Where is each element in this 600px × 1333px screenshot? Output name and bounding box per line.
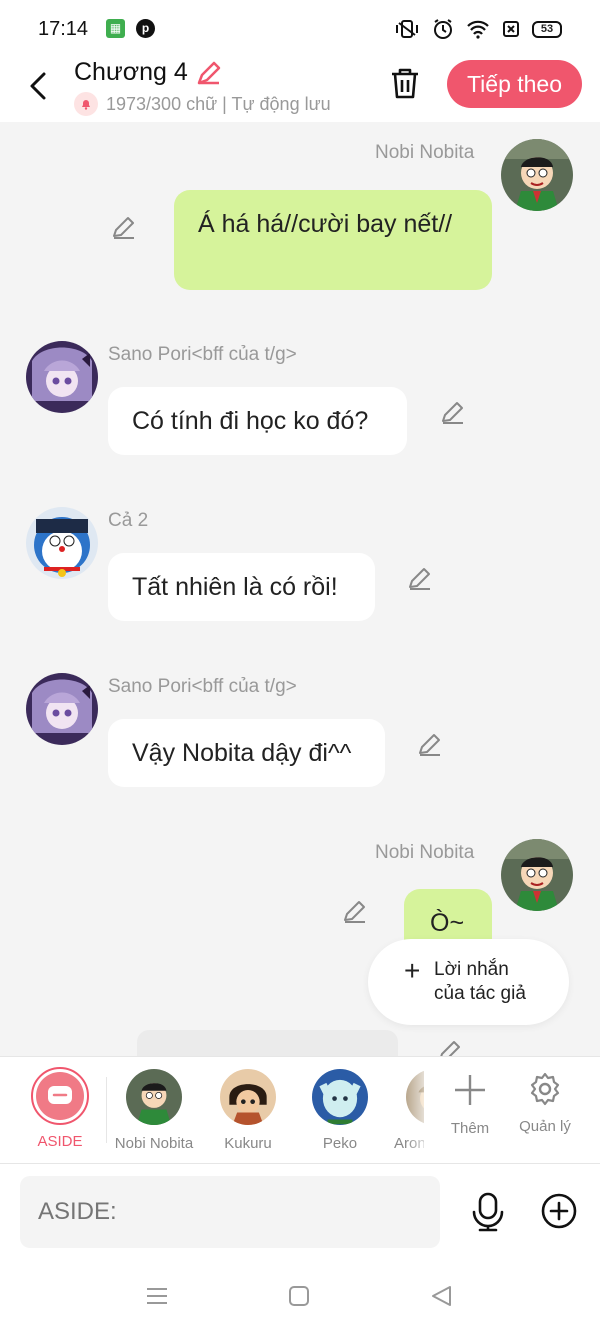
input-row	[0, 1164, 600, 1263]
divider	[106, 1077, 107, 1143]
header: Chương 4 1973/300 chữ | Tự động lưu Tiếp…	[0, 58, 600, 122]
avatar-sano-pori[interactable]	[26, 673, 98, 745]
sim-icon	[503, 21, 519, 37]
vibrate-icon	[396, 20, 418, 38]
character-label: ASIDE	[37, 1133, 83, 1150]
chapter-title: Chương 4	[74, 58, 188, 86]
avatar-ca-2[interactable]	[26, 507, 98, 579]
character-label: Kukuru	[224, 1135, 272, 1152]
character-bar: ASIDE Nobi Nobita Kukuru Peko Aron Thêm …	[0, 1056, 600, 1164]
sender-name: Sano Pori<bff của t/g>	[108, 676, 297, 697]
sender-name: Nobi Nobita	[375, 842, 475, 863]
next-button[interactable]: Tiếp theo	[447, 60, 582, 108]
menu-icon[interactable]	[146, 1285, 168, 1307]
status-time: 17:14	[38, 18, 89, 40]
avatar-nobita[interactable]	[501, 839, 573, 911]
message-bubble[interactable]: Tất nhiên là có rồi!	[108, 553, 375, 621]
character-label: Nobi Nobita	[114, 1135, 194, 1152]
author-note-button[interactable]: + Lời nhắn của tác giả	[368, 939, 569, 1025]
message-input[interactable]	[20, 1176, 440, 1248]
message-bubble[interactable]: Á há há//cười bay nết//	[174, 190, 492, 290]
avatar-sano-pori[interactable]	[26, 341, 98, 413]
character-peko[interactable]: Peko	[304, 1057, 376, 1152]
bell-icon	[74, 92, 98, 116]
character-label: Quản lý	[519, 1118, 571, 1135]
edit-message-icon[interactable]	[341, 898, 369, 926]
avatar	[126, 1069, 182, 1125]
sender-name: Nobi Nobita	[375, 142, 475, 163]
avatar	[220, 1069, 276, 1125]
edit-message-icon[interactable]	[439, 399, 467, 427]
avatar	[312, 1069, 368, 1125]
battery-icon: 53	[532, 20, 562, 38]
add-character-button[interactable]: Thêm	[440, 1057, 500, 1137]
wifi-icon	[467, 20, 489, 39]
scroll-fade	[405, 1057, 435, 1163]
alarm-icon	[434, 19, 452, 39]
message-bubble[interactable]: Có tính đi học ko đó?	[108, 387, 407, 455]
sender-name: Cả 2	[108, 510, 149, 531]
edit-title-icon[interactable]	[194, 58, 224, 88]
sender-name: Sano Pori<bff của t/g>	[108, 344, 297, 365]
home-icon[interactable]	[288, 1285, 310, 1307]
message-list[interactable]: Nobi Nobita Á há há//cười bay nết// Sano…	[0, 122, 600, 1056]
chat-bubble-icon	[48, 1086, 72, 1104]
edit-message-icon[interactable]	[110, 214, 138, 242]
word-count-status: 1973/300 chữ | Tự động lưu	[106, 93, 331, 114]
chapter-subtitle: 1973/300 chữ | Tự động lưu	[74, 92, 331, 116]
app-notification-icon: ▦	[106, 19, 125, 38]
aside-avatar	[31, 1067, 89, 1125]
character-kukuru[interactable]: Kukuru	[212, 1057, 284, 1152]
add-circle-icon[interactable]	[541, 1193, 577, 1229]
status-icons: 53	[394, 18, 562, 40]
status-bar: 17:14 ▦ p 53	[0, 0, 600, 58]
author-note-label: Lời nhắn của tác giả	[434, 959, 526, 1004]
edit-message-icon[interactable]	[406, 565, 434, 593]
edit-message-icon[interactable]	[436, 1038, 464, 1056]
microphone-icon[interactable]	[472, 1192, 504, 1232]
back-triangle-icon[interactable]	[430, 1285, 452, 1307]
character-aside[interactable]: ASIDE	[26, 1057, 94, 1150]
character-nobita[interactable]: Nobi Nobita	[112, 1057, 196, 1152]
system-nav-bar	[0, 1263, 600, 1333]
message-bubble[interactable]: Vậy Nobita dậy đi^^	[108, 719, 385, 787]
plus-icon: +	[404, 955, 421, 986]
plus-icon	[455, 1075, 485, 1105]
character-label: Peko	[322, 1135, 358, 1152]
pinterest-icon: p	[136, 19, 155, 38]
avatar-nobita[interactable]	[501, 139, 573, 211]
gear-icon	[530, 1072, 560, 1106]
back-arrow-icon[interactable]	[24, 66, 54, 106]
manage-characters-button[interactable]: Quản lý	[512, 1057, 578, 1135]
edit-message-icon[interactable]	[416, 731, 444, 759]
character-label: Thêm	[450, 1120, 490, 1137]
trash-icon[interactable]	[389, 66, 421, 100]
